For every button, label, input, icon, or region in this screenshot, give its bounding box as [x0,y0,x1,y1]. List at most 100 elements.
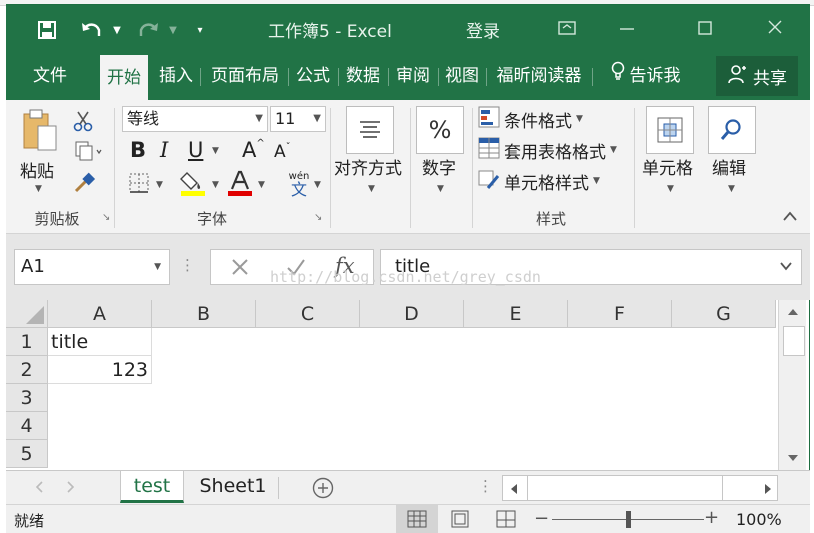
row-header-2[interactable]: 2 [6,356,48,384]
scroll-thumb[interactable] [783,326,805,356]
cut-icon[interactable] [70,108,96,134]
paste-icon[interactable] [20,108,60,156]
redo-dropdown-icon[interactable]: ▼ [166,17,180,43]
phonetic-guide-button[interactable]: wén 文 [284,172,314,198]
maximize-icon[interactable] [688,17,722,43]
tab-insert[interactable]: 插入 [154,52,198,100]
prev-sheet-icon[interactable] [34,480,44,498]
tab-view[interactable]: 视图 [441,52,483,100]
shrink-font-button[interactable]: Aˇ [274,142,291,162]
format-as-table-button[interactable]: 套用表格格式 ▼ [478,137,617,163]
column-header-b[interactable]: B [152,300,256,328]
borders-dropdown-icon[interactable]: ▼ [156,180,163,190]
fill-color-icon[interactable] [178,168,208,198]
normal-view-icon[interactable] [396,505,438,533]
column-header-g[interactable]: G [672,300,776,328]
login-link[interactable]: 登录 [466,17,500,42]
tab-data[interactable]: 数据 [342,52,384,100]
cells-label[interactable]: 单元格 [642,154,693,179]
scroll-left-icon[interactable] [509,482,519,500]
editing-icon[interactable] [708,106,756,154]
cell-a1[interactable]: title [48,328,152,356]
bold-button[interactable]: B [130,138,146,162]
alignment-icon[interactable] [346,106,394,154]
save-icon[interactable] [34,17,60,43]
alignment-label[interactable]: 对齐方式 [334,154,402,179]
underline-dropdown-icon[interactable]: ▼ [212,146,219,156]
tab-review[interactable]: 审阅 [391,52,435,100]
conditional-formatting-button[interactable]: 条件格式 ▼ [478,106,583,132]
row-header-1[interactable]: 1 [6,328,48,356]
alignment-dropdown-icon[interactable]: ▼ [368,184,375,194]
sheet-tab-sheet1[interactable]: Sheet1 [190,471,276,503]
paste-dropdown-icon[interactable]: ▼ [35,184,42,194]
number-format-icon[interactable]: % [416,106,464,154]
clipboard-launcher-icon[interactable]: ↘ [102,212,110,223]
share-button[interactable]: 共享 [716,56,798,96]
column-header-e[interactable]: E [464,300,568,328]
name-box[interactable]: A1 ▼ [14,249,170,285]
cells-dropdown-icon[interactable]: ▼ [667,184,674,194]
new-sheet-icon[interactable] [312,477,334,503]
font-launcher-icon[interactable]: ↘ [314,212,322,223]
horizontal-scroll-thumb[interactable] [527,476,723,500]
undo-dropdown-icon[interactable]: ▼ [110,17,124,43]
scroll-right-icon[interactable] [763,482,773,500]
tab-split-grip-icon[interactable]: ⋮ [478,477,493,495]
expand-formula-bar-icon[interactable] [779,250,793,284]
cell-a2[interactable]: 123 [48,356,152,384]
editing-dropdown-icon[interactable]: ▼ [728,184,735,194]
tab-file[interactable]: 文件 [24,52,76,100]
cell-area[interactable] [48,328,776,470]
next-sheet-icon[interactable] [66,480,76,498]
editing-label[interactable]: 编辑 [712,154,746,179]
phonetic-dropdown-icon[interactable]: ▼ [314,180,321,190]
zoom-slider-thumb[interactable] [626,511,631,528]
zoom-in-icon[interactable]: + [704,507,719,528]
worksheet-grid[interactable]: A B C D E F G 1 2 3 4 5 title 123 [6,300,776,470]
row-header-3[interactable]: 3 [6,384,48,412]
underline-button[interactable]: U [188,138,203,162]
grow-font-button[interactable]: A^ [242,138,265,162]
font-color-icon[interactable] [226,168,254,198]
copy-icon[interactable] [70,138,106,164]
font-color-dropdown-icon[interactable]: ▼ [258,180,265,190]
tab-home[interactable]: 开始 [100,55,148,100]
sheet-tab-test[interactable]: test [120,471,184,503]
scroll-up-icon[interactable] [783,306,803,322]
font-name-combo[interactable]: 等线 ▼ [122,106,268,132]
cells-icon[interactable] [646,106,694,154]
format-painter-icon[interactable] [70,170,98,196]
column-header-d[interactable]: D [360,300,464,328]
horizontal-scrollbar[interactable] [502,475,778,501]
zoom-out-icon[interactable]: − [534,508,549,529]
customize-qat-icon[interactable]: ▾ [192,17,208,43]
redo-icon[interactable] [136,17,162,43]
column-header-f[interactable]: F [568,300,672,328]
page-break-view-icon[interactable] [496,510,516,532]
tell-me-search[interactable]: 告诉我 [600,52,690,100]
row-header-4[interactable]: 4 [6,412,48,440]
tab-page-layout[interactable]: 页面布局 [204,52,286,100]
formula-bar-grip-icon[interactable]: ⋮ [180,256,195,274]
cancel-icon[interactable] [229,256,251,282]
select-all-button[interactable] [6,300,48,328]
vertical-scrollbar[interactable] [778,300,806,470]
font-size-combo[interactable]: 11 ▼ [270,106,326,132]
cell-styles-button[interactable]: 单元格样式 ▼ [478,168,600,194]
borders-icon[interactable] [126,170,152,196]
zoom-level[interactable]: 100% [736,510,782,529]
number-dropdown-icon[interactable]: ▼ [437,184,444,194]
fill-color-dropdown-icon[interactable]: ▼ [212,180,219,190]
close-icon[interactable] [758,17,792,43]
number-label[interactable]: 数字 [422,154,456,179]
column-header-a[interactable]: A [48,300,152,328]
undo-icon[interactable] [78,17,104,43]
minimize-icon[interactable] [610,17,644,43]
tab-foxit-reader[interactable]: 福昕阅读器 [489,52,589,100]
row-header-5[interactable]: 5 [6,440,48,468]
italic-button[interactable]: I [160,138,168,162]
page-layout-view-icon[interactable] [450,510,470,532]
tab-formulas[interactable]: 公式 [291,52,335,100]
scroll-down-icon[interactable] [783,452,803,468]
